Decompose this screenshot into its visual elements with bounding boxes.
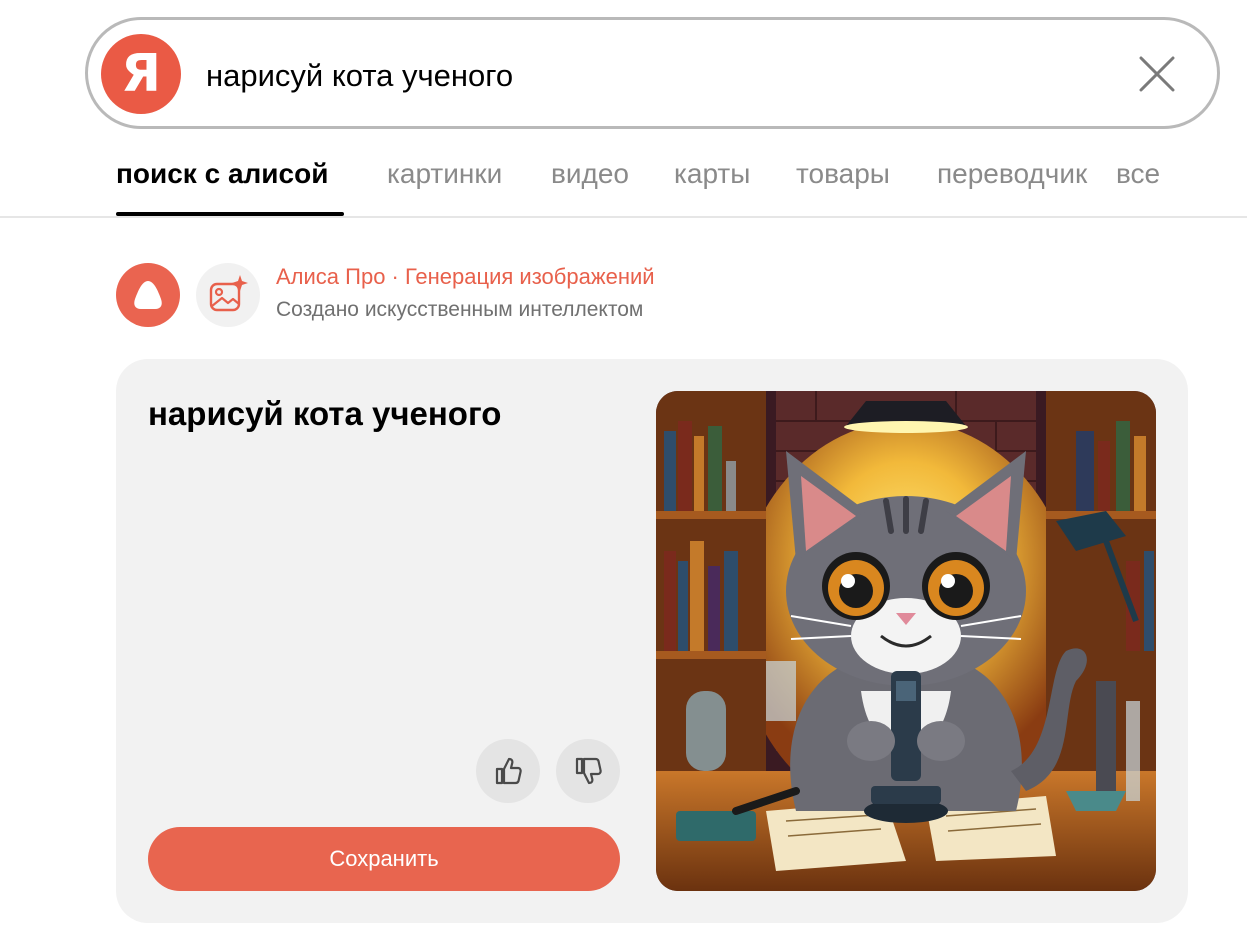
- tab-images[interactable]: картинки: [387, 158, 502, 190]
- close-icon[interactable]: [1133, 50, 1181, 98]
- yandex-logo-icon[interactable]: Я: [101, 34, 181, 114]
- image-generation-icon: [196, 263, 260, 327]
- tab-products[interactable]: товары: [796, 158, 890, 190]
- active-tab-indicator: [116, 212, 344, 216]
- tab-video[interactable]: видео: [551, 158, 629, 190]
- card-title: нарисуй кота ученого: [148, 395, 502, 432]
- source-subtitle: Создано искусственным интеллектом: [276, 298, 644, 321]
- search-input[interactable]: [206, 58, 1106, 94]
- search-tabs: поиск с алисой картинки видео карты това…: [0, 150, 1247, 218]
- source-title[interactable]: Алиса Про · Генерация изображений: [276, 264, 655, 290]
- page: Я поиск с алисой картинки видео карты то…: [0, 0, 1247, 929]
- alice-answer-card: нарисуй кота ученого Сохранить: [116, 359, 1188, 923]
- thumbs-up-icon[interactable]: [476, 739, 540, 803]
- save-button[interactable]: Сохранить: [148, 827, 620, 891]
- thumbs-down-icon[interactable]: [556, 739, 620, 803]
- tab-translator[interactable]: переводчик: [937, 158, 1099, 190]
- search-bar: Я: [85, 17, 1220, 129]
- alice-icon: [116, 263, 180, 327]
- tab-maps[interactable]: карты: [674, 158, 750, 190]
- tab-all[interactable]: все: [1116, 158, 1160, 190]
- tab-alice-search[interactable]: поиск с алисой: [116, 158, 328, 190]
- generated-image[interactable]: [656, 391, 1156, 891]
